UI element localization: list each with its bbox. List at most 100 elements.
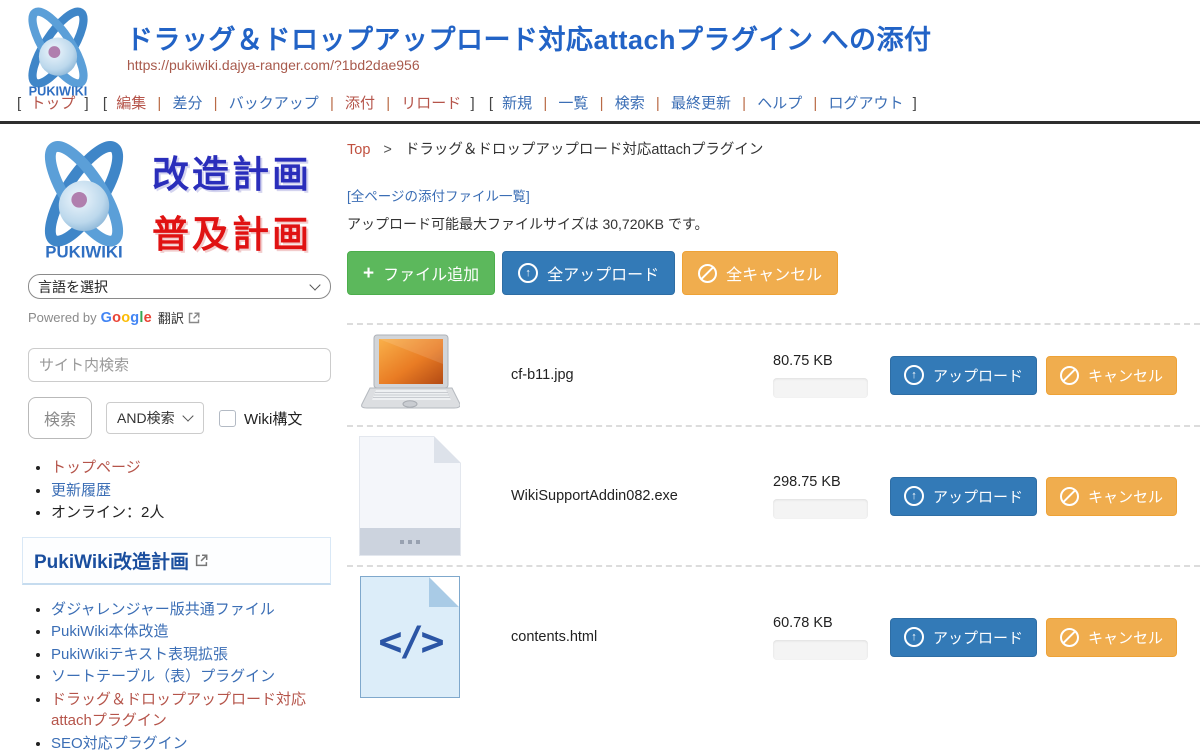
code-file-icon: </> <box>360 576 460 698</box>
nav-separator: | <box>813 95 817 112</box>
file-row: WikiSupportAddin082.exe 298.75 KB ↑ アップロ… <box>347 425 1200 565</box>
page-fold <box>429 577 459 607</box>
page-header: PUKIWIKI ドラッグ＆ドロップアップロード対応attachプラグイン への… <box>0 0 1200 124</box>
upload-icon: ↑ <box>904 486 924 506</box>
ban-icon <box>1060 628 1079 647</box>
list-item: 更新履歴 <box>51 480 331 502</box>
logo-slogan-fukyu: 普及計画 <box>152 204 312 258</box>
page-fold <box>434 436 461 463</box>
wiki-syntax-label: Wiki構文 <box>244 408 302 429</box>
generic-file-icon <box>359 436 461 556</box>
nav-link-new[interactable]: 新規 <box>502 95 532 112</box>
list-item: ドラッグ＆ドロップアップロード対応attachプラグイン <box>51 689 331 732</box>
online-count: オンライン：2人 <box>51 504 164 521</box>
cancel-button[interactable]: キャンセル <box>1046 477 1177 516</box>
translate-label: 翻訳 <box>158 308 184 327</box>
list-item: PukiWiki本体改造 <box>51 621 331 643</box>
upload-all-button[interactable]: ↑ 全アップロード <box>502 251 675 295</box>
ban-icon <box>698 264 717 283</box>
upload-toolbar: + ファイル追加 ↑ 全アップロード 全キャンセル <box>347 251 1200 295</box>
file-size: 80.75 KB <box>773 353 873 369</box>
plus-icon: + <box>363 264 374 283</box>
sidebar-link-sort-table[interactable]: ソートテーブル（表）プラグイン <box>51 668 275 685</box>
section-heading-label: PukiWiki改造計画 <box>34 547 189 574</box>
sidebar-link-seo[interactable]: SEO対応プラグイン <box>51 735 188 752</box>
nav-link-backup[interactable]: バックアップ <box>229 95 319 112</box>
sidebar-section-heading[interactable]: PukiWiki改造計画 <box>22 537 331 585</box>
upload-button[interactable]: ↑ アップロード <box>890 356 1037 395</box>
file-row: </> contents.html 60.78 KB ↑ アップロード キャンセ… <box>347 565 1200 707</box>
nav-separator: | <box>600 95 604 112</box>
list-item: トップページ <box>51 457 331 479</box>
progress-bar <box>773 499 868 519</box>
nav-separator: | <box>742 95 746 112</box>
page-url-link[interactable]: https://pukiwiki.dajya-ranger.com/?1bd2d… <box>127 57 420 73</box>
nav-bracket: ] <box>470 95 474 112</box>
pukiwiki-logo: PUKIWIKI <box>8 5 108 101</box>
list-item: PukiWikiテキスト表現拡張 <box>51 644 331 666</box>
search-button[interactable]: 検索 <box>28 397 92 439</box>
nav-separator: | <box>157 95 161 112</box>
nav-link-attach[interactable]: 添付 <box>345 95 375 112</box>
search-mode-wrap: AND検索 <box>106 402 204 434</box>
google-logo: Google <box>101 310 152 326</box>
language-select[interactable]: 言語を選択 <box>28 274 331 299</box>
google-translate-credit: Powered by Google 翻訳 <box>28 308 331 327</box>
add-files-button[interactable]: + ファイル追加 <box>347 251 495 295</box>
max-upload-size-text: アップロード可能最大ファイルサイズは 30,720KB です。 <box>347 214 1200 234</box>
upload-queue: cf-b11.jpg 80.75 KB ↑ アップロード キャンセル <box>347 323 1200 707</box>
cancel-button[interactable]: キャンセル <box>1046 356 1177 395</box>
top-navigation: [ トップ ] [ 編集 | 差分 | バックアップ | 添付 | リロード ]… <box>0 86 1200 124</box>
sidebar-link-core-mod[interactable]: PukiWiki本体改造 <box>51 623 169 640</box>
upload-icon: ↑ <box>904 365 924 385</box>
nav-link-edit[interactable]: 編集 <box>116 95 146 112</box>
file-name: contents.html <box>511 629 773 645</box>
logo-brand-text: PUKIWIKI <box>29 84 88 99</box>
nav-bracket: [ <box>489 95 493 112</box>
sidebar-link-common-files[interactable]: ダジャレンジャー版共通ファイル <box>51 601 275 618</box>
sidebar-link-history[interactable]: 更新履歴 <box>51 482 111 499</box>
laptop-photo-thumbnail <box>360 334 460 416</box>
breadcrumb-current: ドラッグ＆ドロップアップロード対応attachプラグイン <box>405 142 764 158</box>
sidebar-link-text-ext[interactable]: PukiWikiテキスト表現拡張 <box>51 646 228 663</box>
nav-link-help[interactable]: ヘルプ <box>757 95 802 112</box>
breadcrumb-separator: > <box>383 142 391 158</box>
file-row: cf-b11.jpg 80.75 KB ↑ アップロード キャンセル <box>347 323 1200 425</box>
breadcrumb-top-link[interactable]: Top <box>347 142 370 158</box>
file-name: WikiSupportAddin082.exe <box>511 488 773 504</box>
sidebar-link-dnd-attach[interactable]: ドラッグ＆ドロップアップロード対応attachプラグイン <box>51 691 306 730</box>
file-size: 298.75 KB <box>773 474 873 490</box>
breadcrumb: Top > ドラッグ＆ドロップアップロード対応attachプラグイン <box>347 138 1200 159</box>
site-search-input[interactable] <box>28 348 331 382</box>
nav-link-list[interactable]: 一覧 <box>558 95 588 112</box>
sidebar: PUKIWIKI 改造計画 普及計画 言語を選択 Powered by Goog… <box>0 124 347 755</box>
nav-link-logout[interactable]: ログアウト <box>828 95 903 112</box>
upload-button[interactable]: ↑ アップロード <box>890 477 1037 516</box>
list-item: ソートテーブル（表）プラグイン <box>51 666 331 688</box>
search-mode-select[interactable]: AND検索 <box>106 402 204 434</box>
nav-separator: | <box>386 95 390 112</box>
pukiwiki-logo-large: PUKIWIKI <box>18 138 150 264</box>
cancel-all-button[interactable]: 全キャンセル <box>682 251 838 295</box>
progress-bar <box>773 378 868 398</box>
nav-separator: | <box>214 95 218 112</box>
logo-brand-text: PUKIWIKI <box>45 242 122 261</box>
external-link-icon <box>195 554 208 567</box>
cancel-button[interactable]: キャンセル <box>1046 618 1177 657</box>
powered-by-label: Powered by <box>28 310 97 325</box>
logo-slogan-kaizo: 改造計画 <box>152 144 312 198</box>
ban-icon <box>1060 366 1079 385</box>
sidebar-link-toppage[interactable]: トップページ <box>51 459 141 476</box>
wiki-syntax-checkbox[interactable] <box>219 410 236 427</box>
nav-link-search[interactable]: 検索 <box>615 95 645 112</box>
nav-link-recent[interactable]: 最終更新 <box>671 95 731 112</box>
all-attachments-link[interactable]: [全ページの添付ファイル一覧] <box>347 185 530 205</box>
list-item: SEO対応プラグイン <box>51 733 331 755</box>
upload-icon: ↑ <box>904 627 924 647</box>
nav-separator: | <box>656 95 660 112</box>
file-name: cf-b11.jpg <box>511 367 773 383</box>
upload-button[interactable]: ↑ アップロード <box>890 618 1037 657</box>
nav-link-reload[interactable]: リロード <box>401 95 461 112</box>
wiki-syntax-option: Wiki構文 <box>219 408 302 429</box>
nav-link-diff[interactable]: 差分 <box>172 95 202 112</box>
